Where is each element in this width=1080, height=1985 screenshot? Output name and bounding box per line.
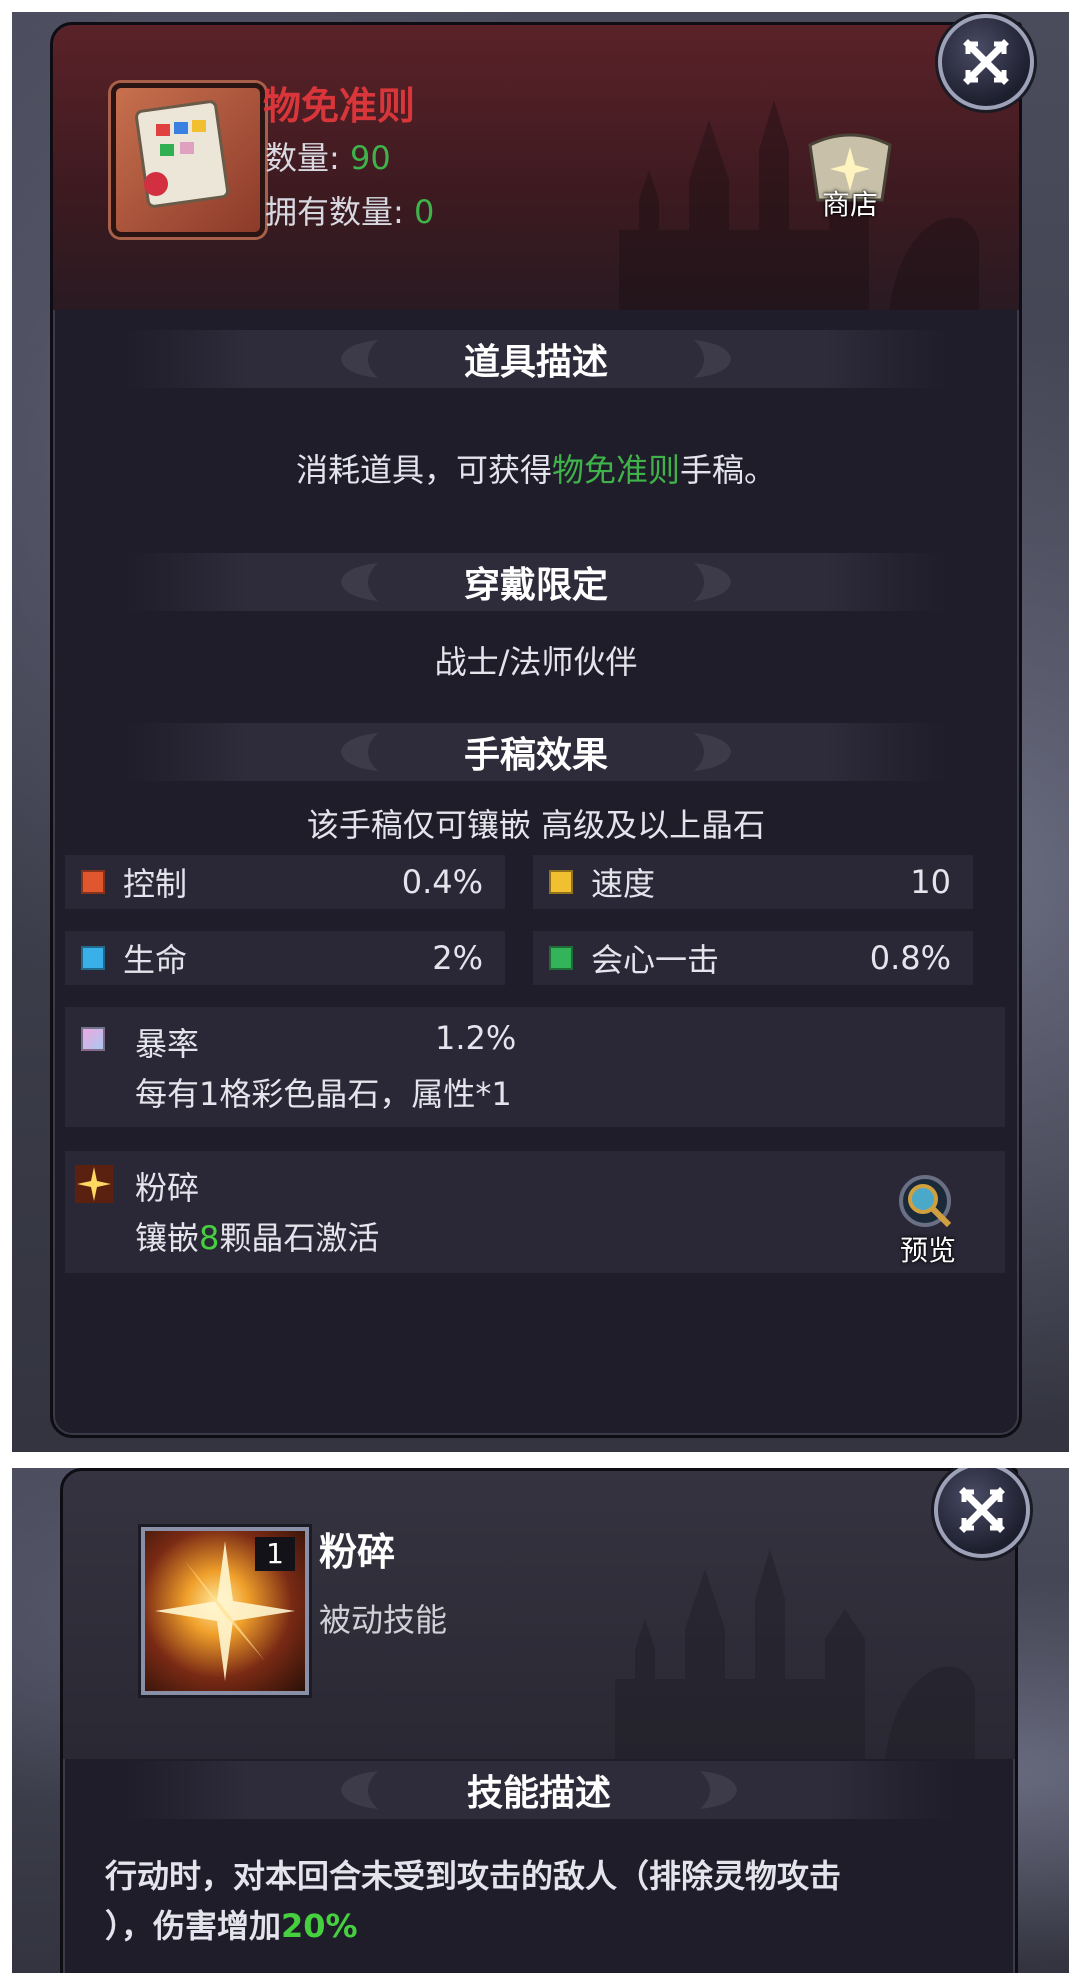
skill-description-header: 技能描述 bbox=[123, 1761, 955, 1819]
ornament-right-icon bbox=[694, 733, 731, 771]
preview-label: 预览 bbox=[899, 1234, 956, 1267]
owned-value: 0 bbox=[413, 193, 435, 231]
wear-limit-header: 穿戴限定 bbox=[123, 553, 949, 611]
shop-button[interactable]: 商店 bbox=[795, 125, 905, 223]
skill-type: 被动技能 bbox=[319, 1601, 448, 1639]
stat-control: 控制 0.4% bbox=[65, 855, 505, 909]
stat-speed: 速度 10 bbox=[533, 855, 973, 909]
owned-row: 拥有数量: 0 bbox=[265, 187, 434, 233]
crit-rate-name: 暴率 bbox=[135, 1025, 200, 1063]
close-icon bbox=[963, 39, 1009, 85]
close-icon bbox=[959, 1487, 1005, 1533]
close-button[interactable] bbox=[938, 14, 1034, 110]
ornament-right-icon bbox=[694, 563, 731, 601]
manuscript-effect-header: 手稿效果 bbox=[123, 723, 949, 781]
ornament-right-icon bbox=[700, 1771, 737, 1809]
scroll-icon bbox=[134, 100, 230, 208]
castle-silhouette-icon bbox=[615, 1549, 975, 1759]
preview-button[interactable]: 预览 bbox=[883, 1173, 973, 1269]
skill-name: 粉碎 bbox=[319, 1530, 396, 1574]
skill-icon-frame: 1 bbox=[141, 1527, 309, 1695]
shatter-name: 粉碎 bbox=[135, 1169, 200, 1207]
skill-detail-screenshot: 1 粉碎 被动技能 技能描述 行动时，对本回合未受到攻击的敌人（排除灵物攻击 ）… bbox=[12, 1468, 1069, 1973]
crit-rate-value: 1.2% bbox=[435, 1019, 517, 1057]
skill-description-text: 行动时，对本回合未受到攻击的敌人（排除灵物攻击 ），伤害增加20% bbox=[105, 1857, 842, 1945]
crit-rate-box: 暴率 1.2% 每有1格彩色晶石，属性*1 bbox=[65, 1007, 1005, 1127]
description-text: 消耗道具，可获得物免准则手稿。 bbox=[295, 451, 777, 489]
blue-gem-icon bbox=[81, 946, 105, 970]
item-detail-screenshot: 物免准则 数量: 90 拥有数量: 0 商店 道具描述 消耗道具，可获得物免准则… bbox=[12, 12, 1069, 1452]
manuscript-note: 该手稿仅可镶嵌 高级及以上晶石 bbox=[306, 806, 766, 844]
yellow-gem-icon bbox=[549, 870, 573, 894]
wear-limit-value: 战士/法师伙伴 bbox=[434, 643, 638, 681]
skill-detail-panel: 1 粉碎 被动技能 技能描述 行动时，对本回合未受到攻击的敌人（排除灵物攻击 ）… bbox=[60, 1468, 1018, 1973]
green-gem-icon bbox=[549, 946, 573, 970]
ornament-left-icon bbox=[341, 1771, 378, 1809]
item-icon-frame bbox=[111, 83, 265, 237]
shop-label: 商店 bbox=[821, 188, 878, 221]
quantity-value: 90 bbox=[349, 139, 391, 177]
ornament-left-icon bbox=[341, 563, 378, 601]
description-header: 道具描述 bbox=[123, 330, 949, 388]
red-gem-icon bbox=[81, 870, 105, 894]
shatter-condition: 镶嵌8颗晶石激活 bbox=[135, 1219, 380, 1257]
shatter-box: 粉碎 镶嵌8颗晶石激活 预览 bbox=[65, 1151, 1005, 1273]
stat-critical-strike: 会心一击 0.8% bbox=[533, 931, 973, 985]
description-highlight: 物免准则 bbox=[551, 451, 680, 489]
rainbow-gem-icon bbox=[81, 1027, 105, 1051]
ornament-right-icon bbox=[694, 340, 731, 378]
ornament-left-icon bbox=[341, 733, 378, 771]
stat-life: 生命 2% bbox=[65, 931, 505, 985]
quantity-label: 数量: bbox=[265, 139, 340, 177]
item-name: 物免准则 bbox=[263, 84, 416, 128]
ornament-left-icon bbox=[341, 340, 378, 378]
castle-silhouette-icon bbox=[619, 100, 979, 310]
skill-level-badge: 1 bbox=[255, 1537, 295, 1571]
magnifier-icon bbox=[899, 1175, 952, 1228]
item-detail-panel: 物免准则 数量: 90 拥有数量: 0 商店 道具描述 消耗道具，可获得物免准则… bbox=[50, 22, 1022, 1438]
damage-bonus-value: 20% bbox=[281, 1907, 358, 1945]
owned-label: 拥有数量: bbox=[265, 193, 404, 231]
shatter-skill-icon bbox=[75, 1165, 113, 1203]
crit-rate-note: 每有1格彩色晶石，属性*1 bbox=[135, 1075, 512, 1113]
quantity-row: 数量: 90 bbox=[265, 133, 391, 179]
